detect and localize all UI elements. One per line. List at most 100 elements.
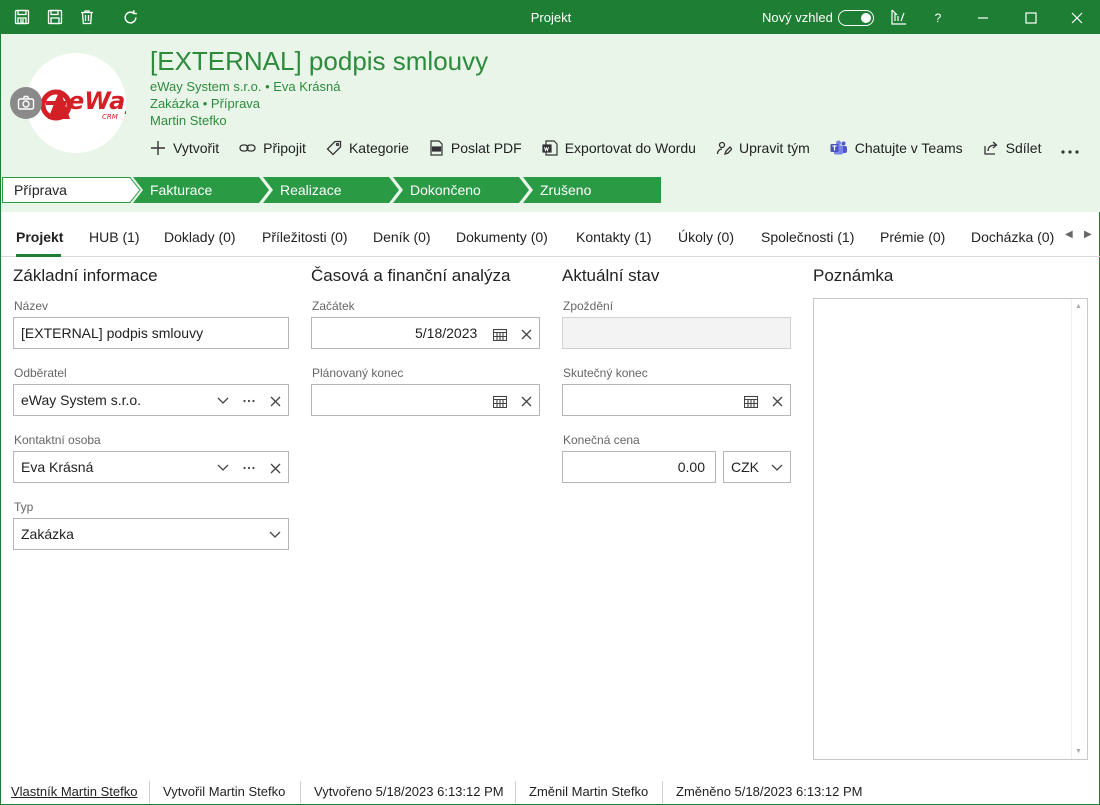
delay-field [562, 317, 791, 349]
section-time-finance: Časová a finanční analýza [311, 266, 511, 285]
note-textarea[interactable]: ▲ ▼ [813, 298, 1088, 760]
footer-changed-at: Změněno 5/18/2023 6:13:12 PM [676, 784, 863, 799]
name-label: Název [14, 299, 49, 313]
tab-projekt[interactable]: Projekt [16, 229, 63, 245]
record-owner[interactable]: Martin Stefko [150, 113, 227, 128]
close-button[interactable] [1065, 5, 1089, 31]
record-company-contact[interactable]: eWay System s.r.o. • Eva Krásná [150, 79, 340, 94]
chevron-down-icon[interactable] [215, 393, 231, 409]
stage-fakturace[interactable]: Fakturace [150, 177, 212, 203]
footer-created-by: Vytvořil Martin Stefko [163, 784, 286, 799]
share-icon [984, 141, 998, 155]
teams-icon [830, 140, 847, 155]
type-select[interactable]: Zakázka [13, 518, 289, 550]
layout-icon[interactable] [890, 8, 908, 26]
start-label: Začátek [312, 299, 355, 313]
chevron-down-icon[interactable] [215, 460, 231, 476]
section-current-state: Aktuální stav [562, 266, 660, 285]
contact-field[interactable]: Eva Krásná [13, 451, 289, 483]
new-look-label: Nový vzhled [762, 10, 833, 25]
send-pdf-button[interactable]: Poslat PDF [429, 140, 522, 156]
change-photo-button[interactable] [10, 87, 42, 119]
active-tab-indicator [16, 254, 61, 257]
save-close-icon[interactable] [13, 8, 31, 26]
scroll-right-icon[interactable]: ▶ [1084, 229, 1092, 240]
contact-label: Kontaktní osoba [14, 433, 101, 447]
status-footer: Vlastník Martin Stefko Vytvořil Martin S… [1, 776, 1100, 805]
toolbar: Vytvořit Připojit Kategorie Poslat PDF E… [150, 138, 1061, 158]
scroll-left-icon[interactable]: ◀ [1065, 229, 1073, 240]
tab-prilezitosti[interactable]: Příležitosti (0) [262, 229, 348, 245]
more-icon[interactable] [241, 393, 257, 409]
calendar-icon[interactable] [743, 393, 759, 409]
tab-premie[interactable]: Prémie (0) [880, 229, 945, 245]
teams-chat-button[interactable]: Chatujte v Teams [830, 140, 963, 156]
word-export-icon [542, 140, 558, 156]
customer-label: Odběratel [14, 366, 67, 380]
final-price-field[interactable]: 0.00 [562, 451, 716, 483]
tab-kontakty[interactable]: Kontakty (1) [576, 229, 651, 245]
more-icon[interactable] [241, 460, 257, 476]
chevron-down-icon[interactable] [267, 527, 283, 543]
section-note: Poznámka [813, 266, 894, 285]
type-label: Typ [14, 500, 34, 514]
stage-realizace[interactable]: Realizace [280, 177, 341, 203]
edit-team-button[interactable]: Upravit tým [716, 140, 810, 156]
share-button[interactable]: Sdílet [983, 140, 1041, 156]
record-header: eWay CRM [EXTERNAL] podpis smlouvy eWay … [1, 34, 1100, 212]
help-button[interactable]: ? [928, 5, 948, 31]
clear-icon[interactable] [518, 393, 534, 409]
currency-select[interactable]: CZK [723, 451, 791, 483]
tab-dochazka[interactable]: Docházka (0) [971, 229, 1054, 245]
minimize-button[interactable] [971, 5, 995, 31]
clear-icon[interactable] [518, 326, 534, 342]
footer-owner[interactable]: Vlastník Martin Stefko [11, 784, 137, 799]
footer-changed-by: Změnil Martin Stefko [529, 784, 649, 799]
title-bar: Projekt Nový vzhled ? [1, 1, 1100, 34]
section-basic-info: Základní informace [13, 266, 158, 285]
tag-icon [326, 140, 342, 156]
tab-hub[interactable]: HUB (1) [89, 229, 140, 245]
category-button[interactable]: Kategorie [326, 140, 409, 156]
plus-icon [151, 141, 165, 155]
more-options-icon[interactable] [1061, 138, 1079, 159]
clear-icon[interactable] [267, 393, 283, 409]
name-field[interactable]: [EXTERNAL] podpis smlouvy [13, 317, 289, 349]
tab-strip: Projekt HUB (1) Doklady (0) Příležitosti… [1, 212, 1100, 257]
customer-field[interactable]: eWay System s.r.o. [13, 384, 289, 416]
stage-dokonceno[interactable]: Dokončeno [410, 177, 481, 203]
tab-denik[interactable]: Deník (0) [373, 229, 431, 245]
export-word-button[interactable]: Exportovat do Wordu [542, 140, 696, 156]
planned-end-field[interactable] [311, 384, 540, 416]
planned-end-label: Plánovaný konec [312, 366, 404, 380]
clear-icon[interactable] [769, 393, 785, 409]
link-icon [239, 144, 256, 152]
maximize-button[interactable] [1019, 5, 1043, 31]
start-date-field[interactable]: 5/18/2023 [311, 317, 540, 349]
svg-text:CRM: CRM [102, 113, 118, 121]
attach-button[interactable]: Připojit [239, 140, 306, 156]
note-scrollbar[interactable]: ▲ ▼ [1071, 299, 1087, 759]
actual-end-field[interactable] [562, 384, 791, 416]
svg-text:eWay: eWay [68, 87, 126, 115]
clear-icon[interactable] [267, 460, 283, 476]
delete-icon[interactable] [78, 8, 96, 26]
save-icon[interactable] [46, 8, 64, 26]
refresh-icon[interactable] [121, 8, 139, 26]
team-edit-icon [716, 141, 732, 156]
calendar-icon[interactable] [492, 393, 508, 409]
tab-dokumenty[interactable]: Dokumenty (0) [456, 229, 548, 245]
final-price-label: Konečná cena [563, 433, 640, 447]
tab-doklady[interactable]: Doklady (0) [164, 229, 236, 245]
create-button[interactable]: Vytvořit [150, 140, 219, 156]
tab-spolecnosti[interactable]: Společnosti (1) [761, 229, 854, 245]
tab-ukoly[interactable]: Úkoly (0) [678, 229, 734, 245]
record-title: [EXTERNAL] podpis smlouvy [150, 46, 489, 76]
calendar-icon[interactable] [492, 326, 508, 342]
stage-zruseno[interactable]: Zrušeno [540, 177, 591, 203]
chevron-down-icon[interactable] [769, 460, 785, 476]
footer-created-at: Vytvořeno 5/18/2023 6:13:12 PM [314, 784, 504, 799]
record-type-state: Zakázka • Příprava [150, 96, 261, 111]
stage-priprava[interactable]: Příprava [14, 177, 67, 203]
new-look-toggle[interactable] [838, 10, 874, 26]
